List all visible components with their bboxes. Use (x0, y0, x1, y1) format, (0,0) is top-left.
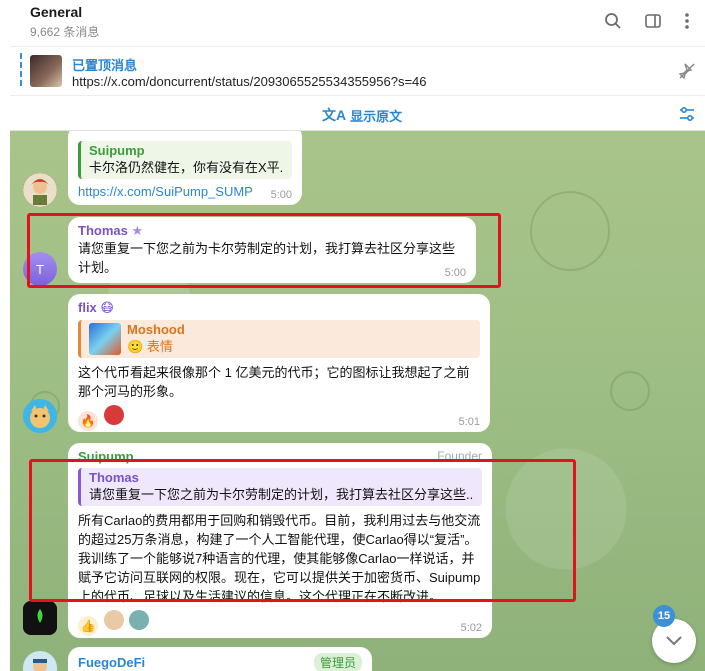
background-doodle (530, 191, 610, 271)
sender-name: FuegoDeFi (78, 655, 146, 670)
pinned-thumbnail (30, 55, 62, 87)
pinned-title: 已置顶消息 (72, 58, 138, 73)
sender-name: Thomas (78, 223, 128, 238)
translate-icon: 文A (322, 107, 347, 123)
message-sender: flix 😷 (78, 300, 480, 316)
message-bubble[interactable]: Suipump Founder Thomas 请您重复一下您之前为卡尔劳制定的计… (68, 443, 492, 638)
message-link[interactable]: https://x.com/SuiPump_SUMP (78, 184, 292, 199)
chat-header: General 9,662 条消息 (0, 0, 705, 44)
reply-quote[interactable]: Thomas 请您重复一下您之前为卡尔劳制定的计划，我打算去社区分享这些... (78, 468, 482, 506)
unpin-icon[interactable] (677, 61, 697, 81)
user-reaction-icon[interactable] (103, 405, 124, 425)
role-badge: 管理员 (313, 653, 362, 671)
pinned-indicator (20, 53, 22, 89)
message-bubble[interactable]: Thomas ★ 请您重复一下您之前为卡尔劳制定的计划，我打算去社区分享这些计划… (68, 217, 476, 283)
avatar[interactable] (23, 173, 57, 207)
role-badge: Founder (437, 449, 482, 463)
thumbs-up-reaction-icon[interactable]: 👍 (78, 616, 98, 636)
message-header: Suipump Founder (78, 449, 482, 464)
message-header: FuegoDeFi 管理员 (78, 653, 362, 671)
reply-sender: Moshood (127, 322, 185, 337)
translate-bar: 文A 显示原文 (10, 95, 705, 131)
avatar[interactable] (23, 651, 57, 671)
pinned-text: https://x.com/doncurrent/status/20930655… (72, 74, 427, 89)
message-bubble[interactable]: Suipump 卡尔洛仍然健在，你有没有在X平... https://x.com… (68, 131, 302, 205)
reply-text: 卡尔洛仍然健在，你有没有在X平... (89, 160, 284, 175)
show-original-label: 显示原文 (350, 108, 403, 124)
smile-icon: 🙂 (127, 339, 144, 354)
fire-reaction-icon[interactable]: 🔥 (78, 411, 98, 431)
avatar[interactable]: T (23, 252, 57, 286)
message-time: 5:00 (444, 267, 466, 279)
show-original-button[interactable]: 文A 显示原文 (322, 105, 402, 125)
reactions: 🔥 (78, 405, 480, 431)
chat-area[interactable]: Suipump 卡尔洛仍然健在，你有没有在X平... https://x.com… (10, 131, 705, 671)
message-sender: Thomas ★ (78, 223, 466, 239)
background-doodle (610, 371, 650, 411)
message-time: 5:00 (270, 189, 292, 201)
sender-name: flix (78, 300, 97, 315)
chevron-down-icon (666, 636, 682, 646)
user-reaction-icon[interactable] (129, 610, 150, 630)
star-icon: ★ (131, 223, 144, 238)
avatar-initial: T (36, 261, 44, 277)
message-time: 5:01 (458, 416, 480, 428)
reply-sender: Suipump (89, 143, 145, 158)
message-time: 5:02 (460, 622, 482, 634)
more-options-icon[interactable] (676, 10, 698, 32)
user-reaction-icon[interactable] (103, 610, 124, 630)
message-text: 请您重复一下您之前为卡尔劳制定的计划，我打算去社区分享这些计划。 (78, 241, 456, 275)
reply-thumbnail (89, 323, 121, 355)
reply-text-label: 表情 (146, 339, 173, 354)
emoji-badge-icon: 😷 (100, 300, 114, 315)
chat-title[interactable]: General (30, 4, 82, 20)
reply-text: 请您重复一下您之前为卡尔劳制定的计划，我打算去社区分享这些... (89, 487, 474, 502)
chat-subtitle: 9,662 条消息 (30, 25, 100, 39)
reply-text: 🙂 表情 (127, 337, 185, 356)
reply-sender: Thomas (89, 470, 139, 485)
message-bubble[interactable]: flix 😷 Moshood 🙂 表情 这个代币看起来很像那个 1 亿美元的代币… (68, 294, 490, 432)
reply-quote[interactable]: Suipump 卡尔洛仍然健在，你有没有在X平... (78, 141, 292, 179)
message-text: 所有Carlao的费用都用于回购和销毁代币。目前，我利用过去与他交流的超过25万… (78, 513, 481, 604)
message-bubble[interactable]: FuegoDeFi 管理员 (68, 647, 372, 671)
sender-name: Suipump (78, 449, 134, 464)
sidebar-toggle-icon[interactable] (642, 10, 664, 32)
pinned-message-bar[interactable]: 已置顶消息 https://x.com/doncurrent/status/20… (10, 46, 705, 94)
reply-quote[interactable]: Moshood 🙂 表情 (78, 320, 480, 358)
avatar[interactable] (23, 601, 57, 635)
translate-settings-icon[interactable] (677, 104, 697, 124)
message-text: 这个代币看起来很像那个 1 亿美元的代币；它的图标让我想起了之前那个河马的形象。 (78, 365, 470, 399)
avatar[interactable] (23, 399, 57, 433)
reactions: 👍 (78, 610, 482, 636)
unread-count-badge: 15 (653, 605, 675, 627)
search-icon[interactable] (602, 10, 624, 32)
